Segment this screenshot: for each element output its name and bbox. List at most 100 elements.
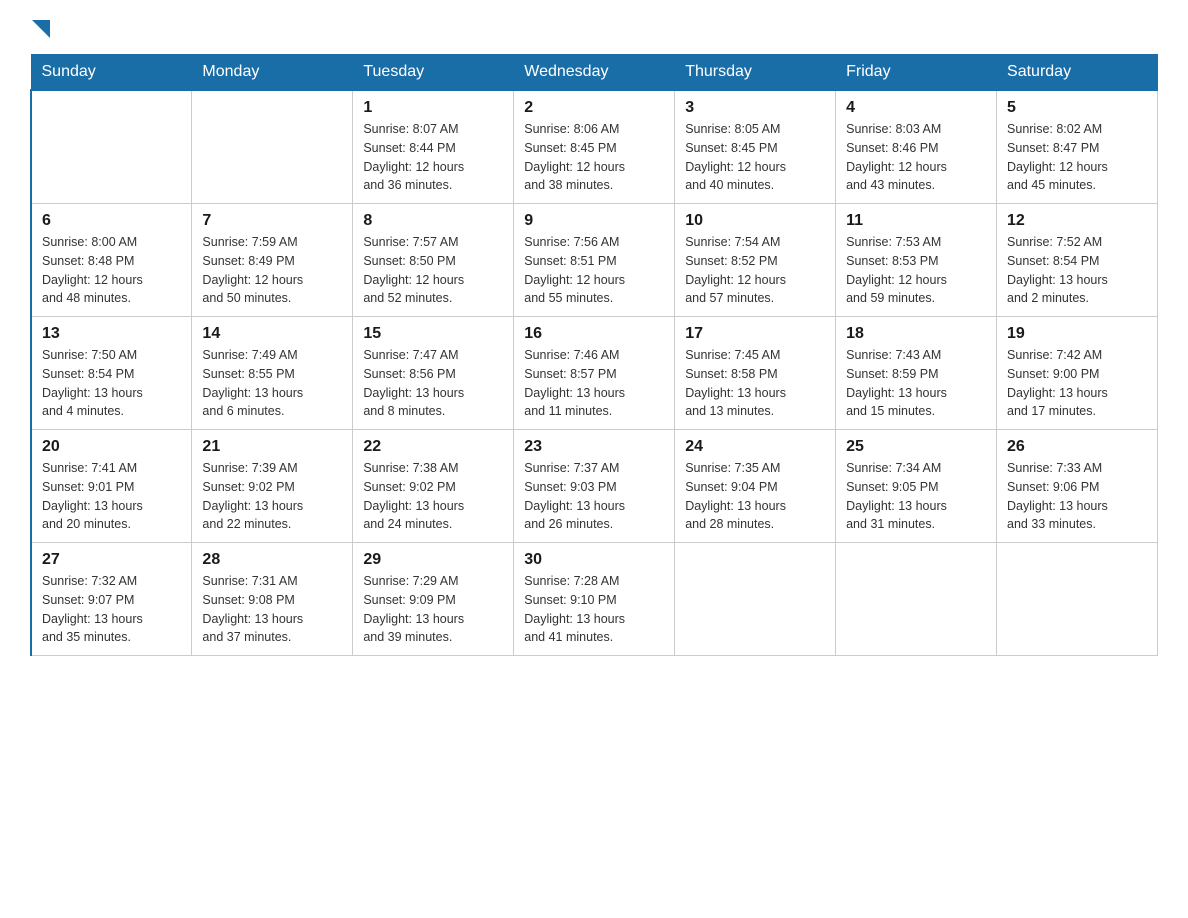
calendar-cell: 1 Sunrise: 8:07 AMSunset: 8:44 PMDaylight… (353, 90, 514, 204)
calendar-week-row: 20 Sunrise: 7:41 AMSunset: 9:01 PMDayligh… (31, 430, 1158, 543)
cell-daylight-info: Sunrise: 7:33 AMSunset: 9:06 PMDaylight:… (1007, 459, 1147, 534)
cell-daylight-info: Sunrise: 7:35 AMSunset: 9:04 PMDaylight:… (685, 459, 825, 534)
calendar-cell: 12 Sunrise: 7:52 AMSunset: 8:54 PMDayligh… (997, 204, 1158, 317)
cell-day-number: 1 (363, 99, 503, 117)
cell-daylight-info: Sunrise: 7:41 AMSunset: 9:01 PMDaylight:… (42, 459, 181, 534)
calendar-cell: 8 Sunrise: 7:57 AMSunset: 8:50 PMDaylight… (353, 204, 514, 317)
calendar-cell: 27 Sunrise: 7:32 AMSunset: 9:07 PMDayligh… (31, 543, 192, 656)
calendar-cell (675, 543, 836, 656)
cell-daylight-info: Sunrise: 7:31 AMSunset: 9:08 PMDaylight:… (202, 572, 342, 647)
cell-daylight-info: Sunrise: 7:43 AMSunset: 8:59 PMDaylight:… (846, 346, 986, 421)
cell-day-number: 25 (846, 438, 986, 456)
cell-daylight-info: Sunrise: 7:29 AMSunset: 9:09 PMDaylight:… (363, 572, 503, 647)
weekday-header-thursday: Thursday (675, 55, 836, 91)
cell-day-number: 12 (1007, 212, 1147, 230)
weekday-header-row: SundayMondayTuesdayWednesdayThursdayFrid… (31, 55, 1158, 91)
calendar-table: SundayMondayTuesdayWednesdayThursdayFrid… (30, 54, 1158, 656)
calendar-cell: 14Sunrise: 7:49 AMSunset: 8:55 PMDayligh… (192, 317, 353, 430)
logo (30, 20, 50, 34)
calendar-cell: 30 Sunrise: 7:28 AMSunset: 9:10 PMDayligh… (514, 543, 675, 656)
cell-day-number: 8 (363, 212, 503, 230)
calendar-cell: 19 Sunrise: 7:42 AMSunset: 9:00 PMDayligh… (997, 317, 1158, 430)
cell-day-number: 23 (524, 438, 664, 456)
calendar-cell: 21 Sunrise: 7:39 AMSunset: 9:02 PMDayligh… (192, 430, 353, 543)
calendar-week-row: 13 Sunrise: 7:50 AMSunset: 8:54 PMDayligh… (31, 317, 1158, 430)
cell-daylight-info: Sunrise: 7:28 AMSunset: 9:10 PMDaylight:… (524, 572, 664, 647)
calendar-cell: 11 Sunrise: 7:53 AMSunset: 8:53 PMDayligh… (836, 204, 997, 317)
cell-day-number: 2 (524, 99, 664, 117)
calendar-cell: 22Sunrise: 7:38 AMSunset: 9:02 PMDayligh… (353, 430, 514, 543)
cell-day-number: 21 (202, 438, 342, 456)
weekday-header-wednesday: Wednesday (514, 55, 675, 91)
cell-day-number: 4 (846, 99, 986, 117)
cell-daylight-info: Sunrise: 7:39 AMSunset: 9:02 PMDaylight:… (202, 459, 342, 534)
cell-day-number: 27 (42, 551, 181, 569)
cell-day-number: 18 (846, 325, 986, 343)
calendar-cell (997, 543, 1158, 656)
cell-day-number: 10 (685, 212, 825, 230)
logo-arrow-icon (32, 20, 50, 38)
cell-daylight-info: Sunrise: 7:50 AMSunset: 8:54 PMDaylight:… (42, 346, 181, 421)
cell-day-number: 24 (685, 438, 825, 456)
cell-day-number: 17 (685, 325, 825, 343)
calendar-cell: 15 Sunrise: 7:47 AMSunset: 8:56 PMDayligh… (353, 317, 514, 430)
cell-day-number: 20 (42, 438, 181, 456)
calendar-cell: 29 Sunrise: 7:29 AMSunset: 9:09 PMDayligh… (353, 543, 514, 656)
cell-day-number: 9 (524, 212, 664, 230)
calendar-cell: 7 Sunrise: 7:59 AMSunset: 8:49 PMDaylight… (192, 204, 353, 317)
page-header (30, 20, 1158, 34)
cell-daylight-info: Sunrise: 7:42 AMSunset: 9:00 PMDaylight:… (1007, 346, 1147, 421)
cell-daylight-info: Sunrise: 7:45 AMSunset: 8:58 PMDaylight:… (685, 346, 825, 421)
calendar-week-row: 6 Sunrise: 8:00 AMSunset: 8:48 PMDaylight… (31, 204, 1158, 317)
cell-daylight-info: Sunrise: 7:56 AMSunset: 8:51 PMDaylight:… (524, 233, 664, 308)
calendar-week-row: 27 Sunrise: 7:32 AMSunset: 9:07 PMDayligh… (31, 543, 1158, 656)
cell-day-number: 28 (202, 551, 342, 569)
cell-day-number: 30 (524, 551, 664, 569)
cell-daylight-info: Sunrise: 8:03 AMSunset: 8:46 PMDaylight:… (846, 120, 986, 195)
calendar-cell: 3Sunrise: 8:05 AMSunset: 8:45 PMDaylight… (675, 90, 836, 204)
weekday-header-saturday: Saturday (997, 55, 1158, 91)
cell-daylight-info: Sunrise: 7:46 AMSunset: 8:57 PMDaylight:… (524, 346, 664, 421)
cell-daylight-info: Sunrise: 7:37 AMSunset: 9:03 PMDaylight:… (524, 459, 664, 534)
cell-daylight-info: Sunrise: 7:54 AMSunset: 8:52 PMDaylight:… (685, 233, 825, 308)
calendar-cell: 18 Sunrise: 7:43 AMSunset: 8:59 PMDayligh… (836, 317, 997, 430)
calendar-cell: 13 Sunrise: 7:50 AMSunset: 8:54 PMDayligh… (31, 317, 192, 430)
weekday-header-monday: Monday (192, 55, 353, 91)
calendar-cell: 25 Sunrise: 7:34 AMSunset: 9:05 PMDayligh… (836, 430, 997, 543)
cell-day-number: 15 (363, 325, 503, 343)
calendar-cell: 9 Sunrise: 7:56 AMSunset: 8:51 PMDaylight… (514, 204, 675, 317)
cell-day-number: 29 (363, 551, 503, 569)
calendar-cell: 10 Sunrise: 7:54 AMSunset: 8:52 PMDayligh… (675, 204, 836, 317)
calendar-cell (836, 543, 997, 656)
cell-daylight-info: Sunrise: 8:07 AMSunset: 8:44 PMDaylight:… (363, 120, 503, 195)
cell-day-number: 13 (42, 325, 181, 343)
cell-day-number: 5 (1007, 99, 1147, 117)
calendar-cell: 26 Sunrise: 7:33 AMSunset: 9:06 PMDayligh… (997, 430, 1158, 543)
cell-day-number: 11 (846, 212, 986, 230)
cell-daylight-info: Sunrise: 7:53 AMSunset: 8:53 PMDaylight:… (846, 233, 986, 308)
cell-daylight-info: Sunrise: 7:59 AMSunset: 8:49 PMDaylight:… (202, 233, 342, 308)
cell-day-number: 26 (1007, 438, 1147, 456)
cell-daylight-info: Sunrise: 7:49 AMSunset: 8:55 PMDaylight:… (202, 346, 342, 421)
cell-day-number: 16 (524, 325, 664, 343)
cell-daylight-info: Sunrise: 7:34 AMSunset: 9:05 PMDaylight:… (846, 459, 986, 534)
weekday-header-friday: Friday (836, 55, 997, 91)
calendar-cell: 16 Sunrise: 7:46 AMSunset: 8:57 PMDayligh… (514, 317, 675, 430)
calendar-cell: 4 Sunrise: 8:03 AMSunset: 8:46 PMDaylight… (836, 90, 997, 204)
calendar-cell: 6 Sunrise: 8:00 AMSunset: 8:48 PMDaylight… (31, 204, 192, 317)
cell-day-number: 22 (363, 438, 503, 456)
cell-daylight-info: Sunrise: 8:05 AMSunset: 8:45 PMDaylight:… (685, 120, 825, 195)
cell-daylight-info: Sunrise: 7:32 AMSunset: 9:07 PMDaylight:… (42, 572, 181, 647)
cell-daylight-info: Sunrise: 7:52 AMSunset: 8:54 PMDaylight:… (1007, 233, 1147, 308)
cell-daylight-info: Sunrise: 7:57 AMSunset: 8:50 PMDaylight:… (363, 233, 503, 308)
cell-daylight-info: Sunrise: 8:06 AMSunset: 8:45 PMDaylight:… (524, 120, 664, 195)
calendar-cell: 28 Sunrise: 7:31 AMSunset: 9:08 PMDayligh… (192, 543, 353, 656)
cell-daylight-info: Sunrise: 8:00 AMSunset: 8:48 PMDaylight:… (42, 233, 181, 308)
calendar-cell: 17 Sunrise: 7:45 AMSunset: 8:58 PMDayligh… (675, 317, 836, 430)
cell-daylight-info: Sunrise: 8:02 AMSunset: 8:47 PMDaylight:… (1007, 120, 1147, 195)
cell-day-number: 6 (42, 212, 181, 230)
cell-day-number: 19 (1007, 325, 1147, 343)
calendar-week-row: 1 Sunrise: 8:07 AMSunset: 8:44 PMDaylight… (31, 90, 1158, 204)
cell-daylight-info: Sunrise: 7:47 AMSunset: 8:56 PMDaylight:… (363, 346, 503, 421)
cell-day-number: 7 (202, 212, 342, 230)
